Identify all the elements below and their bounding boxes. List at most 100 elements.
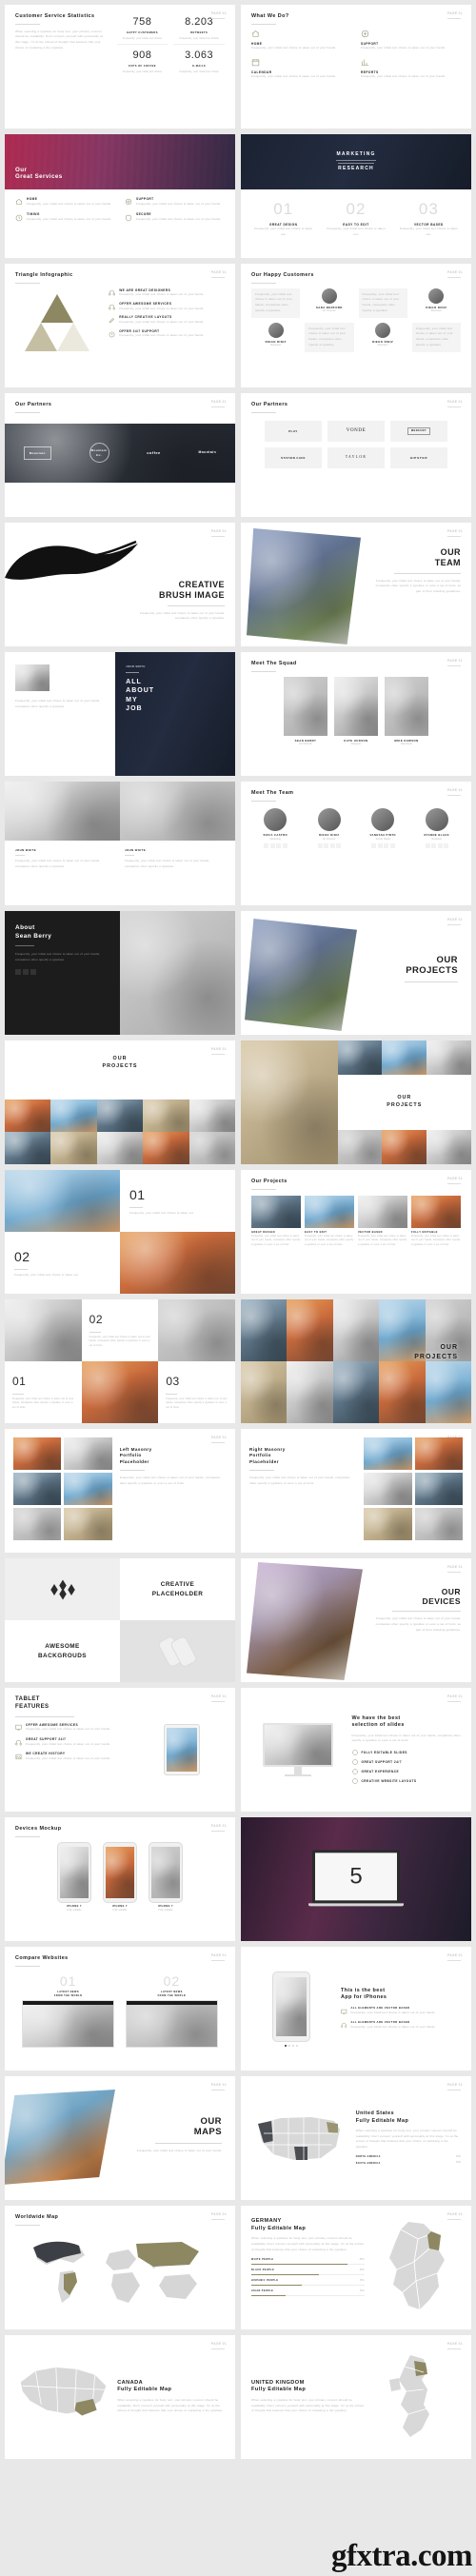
slide-best-selection-of-slides[interactable]: PAGE 01 We have the best selection of sl… (241, 1688, 471, 1812)
slide-our-projects-masonry[interactable]: OUR PROJECTS (241, 1040, 471, 1164)
social-icon-twitter[interactable] (23, 968, 29, 975)
project-photo[interactable] (5, 1170, 120, 1232)
slide-our-projects-list[interactable]: PAGE 01 Our Projects Great Design Freque… (241, 1170, 471, 1294)
project-card[interactable]: Easy To Edit Frequently, your initial te… (305, 1195, 354, 1248)
portfolio-thumb[interactable] (364, 1437, 412, 1470)
slide-marketing-research[interactable]: MARKETING RESEARCH 01 Great Design Frequ… (241, 134, 471, 258)
social-icon-facebook[interactable] (425, 843, 430, 849)
slide-creative-placeholder[interactable]: CREATIVE PLACEHOLDER AWESOME BACKGROUDS (5, 1558, 235, 1682)
portfolio-thumb[interactable] (414, 1473, 463, 1505)
slide-best-app-for-iphones[interactable]: PAGE 01 This is the best App for iPhones (241, 1947, 471, 2071)
slide-all-about-my-job[interactable]: Frequently, your initial text choice is … (5, 652, 235, 776)
project-card[interactable]: Vector Based Frequently, your initial te… (358, 1195, 407, 1248)
dot[interactable] (296, 2044, 298, 2047)
slide-our-projects-hero[interactable]: PAGE 01 OUR PROJECTS (241, 911, 471, 1035)
slide-right-masonry-portfolio[interactable]: PAGE 01 Right Masonry Portfolio Placehol… (241, 1429, 471, 1553)
slide-our-great-services[interactable]: Our Great Services Home Frequently, your … (5, 134, 235, 258)
social-icon-linkedin[interactable] (389, 843, 395, 849)
portfolio-thumb[interactable] (364, 1473, 412, 1505)
project-thumb[interactable] (287, 1299, 333, 1361)
social-icon-facebook[interactable] (371, 843, 376, 849)
slide-united-states-map[interactable]: PAGE 01 United States Fully Editable Map… (241, 2076, 471, 2200)
social-icon-twitter[interactable] (431, 843, 436, 849)
slide-meet-the-team[interactable]: PAGE 01 Meet The Team Sofia Castro Marke… (241, 782, 471, 905)
portfolio-thumb[interactable] (414, 1508, 463, 1540)
project-thumb[interactable] (188, 1100, 235, 1132)
portfolio-thumb[interactable] (13, 1473, 62, 1505)
project-photo[interactable] (81, 1361, 159, 1423)
social-icon-facebook[interactable] (15, 968, 21, 975)
slide-our-projects-grid[interactable]: PAGE 01 OUR PROJECTS (5, 1040, 235, 1164)
project-thumb[interactable] (382, 1040, 427, 1075)
slide-triangle-infographic[interactable]: PAGE 01 Triangle Infographic We Are Grea… (5, 264, 235, 387)
portfolio-thumb[interactable] (64, 1437, 112, 1470)
project-thumb[interactable] (5, 1132, 51, 1164)
social-icon-instagram[interactable] (30, 968, 36, 975)
project-card[interactable]: Great Design Frequently, your initial te… (251, 1195, 301, 1248)
project-photo[interactable] (158, 1299, 235, 1361)
slide-laptop-number-five[interactable]: 5 (241, 1817, 471, 1941)
slide-canada-map[interactable]: PAGE 01 CANADA Fully Editable Map When s… (5, 2335, 235, 2459)
project-thumb[interactable] (426, 1040, 471, 1075)
slide-devices-mockup[interactable]: PAGE 01 Devices Mockup iPhone 7 Fully ed… (5, 1817, 235, 1941)
slide-john-white-profile[interactable]: JOHN WHITE Frequently, your initial text… (5, 782, 235, 905)
project-photo[interactable] (5, 1299, 82, 1361)
slide-compare-websites[interactable]: PAGE 01 Compare Websites 01 LATEST NEWS … (5, 1947, 235, 2071)
slide-our-projects-0102[interactable]: 01 Frequently, your initial text choice … (5, 1170, 235, 1294)
project-thumb[interactable] (188, 1132, 235, 1164)
portfolio-thumb[interactable] (364, 1508, 412, 1540)
slide-what-we-do[interactable]: PAGE 01 What We Do? Home Frequently, you… (241, 5, 471, 129)
portfolio-thumb[interactable] (13, 1508, 62, 1540)
project-thumb[interactable] (379, 1361, 426, 1423)
slide-united-kingdom-map[interactable]: PAGE 01 UNITED KINGDOM Fully Editable Ma… (241, 2335, 471, 2459)
world-map-graphic[interactable] (15, 2230, 225, 2312)
slide-worldwide-map[interactable]: PAGE 01 Worldwide Map (5, 2206, 235, 2329)
project-thumb[interactable] (241, 1361, 288, 1423)
project-thumb[interactable] (337, 1130, 383, 1164)
project-thumb[interactable] (287, 1361, 333, 1423)
slide-our-happy-customers[interactable]: PAGE 01 Our Happy Customers Frequently, … (241, 264, 471, 387)
project-thumb[interactable] (426, 1130, 471, 1164)
social-icon-twitter[interactable] (377, 843, 383, 849)
social-icon-twitter[interactable] (324, 843, 328, 849)
project-card[interactable]: Fully Editable Frequently, your initial … (411, 1195, 461, 1248)
social-icon-facebook[interactable] (264, 843, 268, 849)
germany-map-graphic[interactable] (372, 2214, 461, 2321)
carousel-dots[interactable] (285, 2044, 298, 2047)
project-thumb[interactable] (241, 1299, 288, 1361)
social-icon-twitter[interactable] (269, 843, 275, 849)
project-thumb[interactable] (143, 1100, 189, 1132)
slide-left-masonry-portfolio[interactable]: PAGE 01 Left Masonry Portfolio Placehold… (5, 1429, 235, 1553)
project-thumb[interactable] (50, 1100, 97, 1132)
slide-about-sean-berry[interactable]: About Sean Berry Frequently, your initia… (5, 911, 235, 1035)
slide-our-devices[interactable]: PAGE 01 OUR DEVICES Frequently, your ini… (241, 1558, 471, 1682)
slide-our-projects-hex[interactable]: PAGE 01 OUR PROJECTS (241, 1299, 471, 1423)
us-map-graphic[interactable] (251, 2109, 348, 2168)
uk-map-graphic[interactable] (371, 2351, 461, 2443)
portfolio-thumb[interactable] (13, 1437, 62, 1470)
social-icon-instagram[interactable] (329, 843, 335, 849)
social-icon-linkedin[interactable] (282, 843, 288, 849)
portfolio-thumb[interactable] (64, 1508, 112, 1540)
slide-germany-map[interactable]: PAGE 01 GERMANY Fully Editable Map When … (241, 2206, 471, 2329)
portfolio-thumb[interactable] (414, 1437, 463, 1470)
slide-our-partners-grid[interactable]: PAGE 01 Our Partners PLAY VONDE MERCURY … (241, 393, 471, 517)
project-thumb[interactable] (337, 1040, 383, 1075)
project-thumb[interactable] (382, 1130, 427, 1164)
social-icon-instagram[interactable] (437, 843, 443, 849)
slide-our-team[interactable]: PAGE 01 OUR TEAM Frequently, your initia… (241, 523, 471, 646)
project-thumb[interactable] (5, 1100, 51, 1132)
slide-meet-the-squad[interactable]: PAGE 01 Meet The Squad Sean Berry Art Di… (241, 652, 471, 776)
project-thumb[interactable] (425, 1361, 471, 1423)
social-icon-instagram[interactable] (384, 843, 388, 849)
dot-active[interactable] (285, 2044, 287, 2047)
project-thumb[interactable] (96, 1100, 144, 1132)
dot[interactable] (288, 2044, 290, 2047)
project-photo[interactable] (120, 1232, 235, 1294)
canada-map-graphic[interactable] (15, 2357, 111, 2437)
social-icon-instagram[interactable] (276, 843, 281, 849)
project-thumb[interactable] (332, 1299, 380, 1361)
project-thumb[interactable] (50, 1132, 97, 1164)
project-thumb[interactable] (332, 1361, 380, 1423)
portfolio-thumb[interactable] (64, 1473, 112, 1505)
